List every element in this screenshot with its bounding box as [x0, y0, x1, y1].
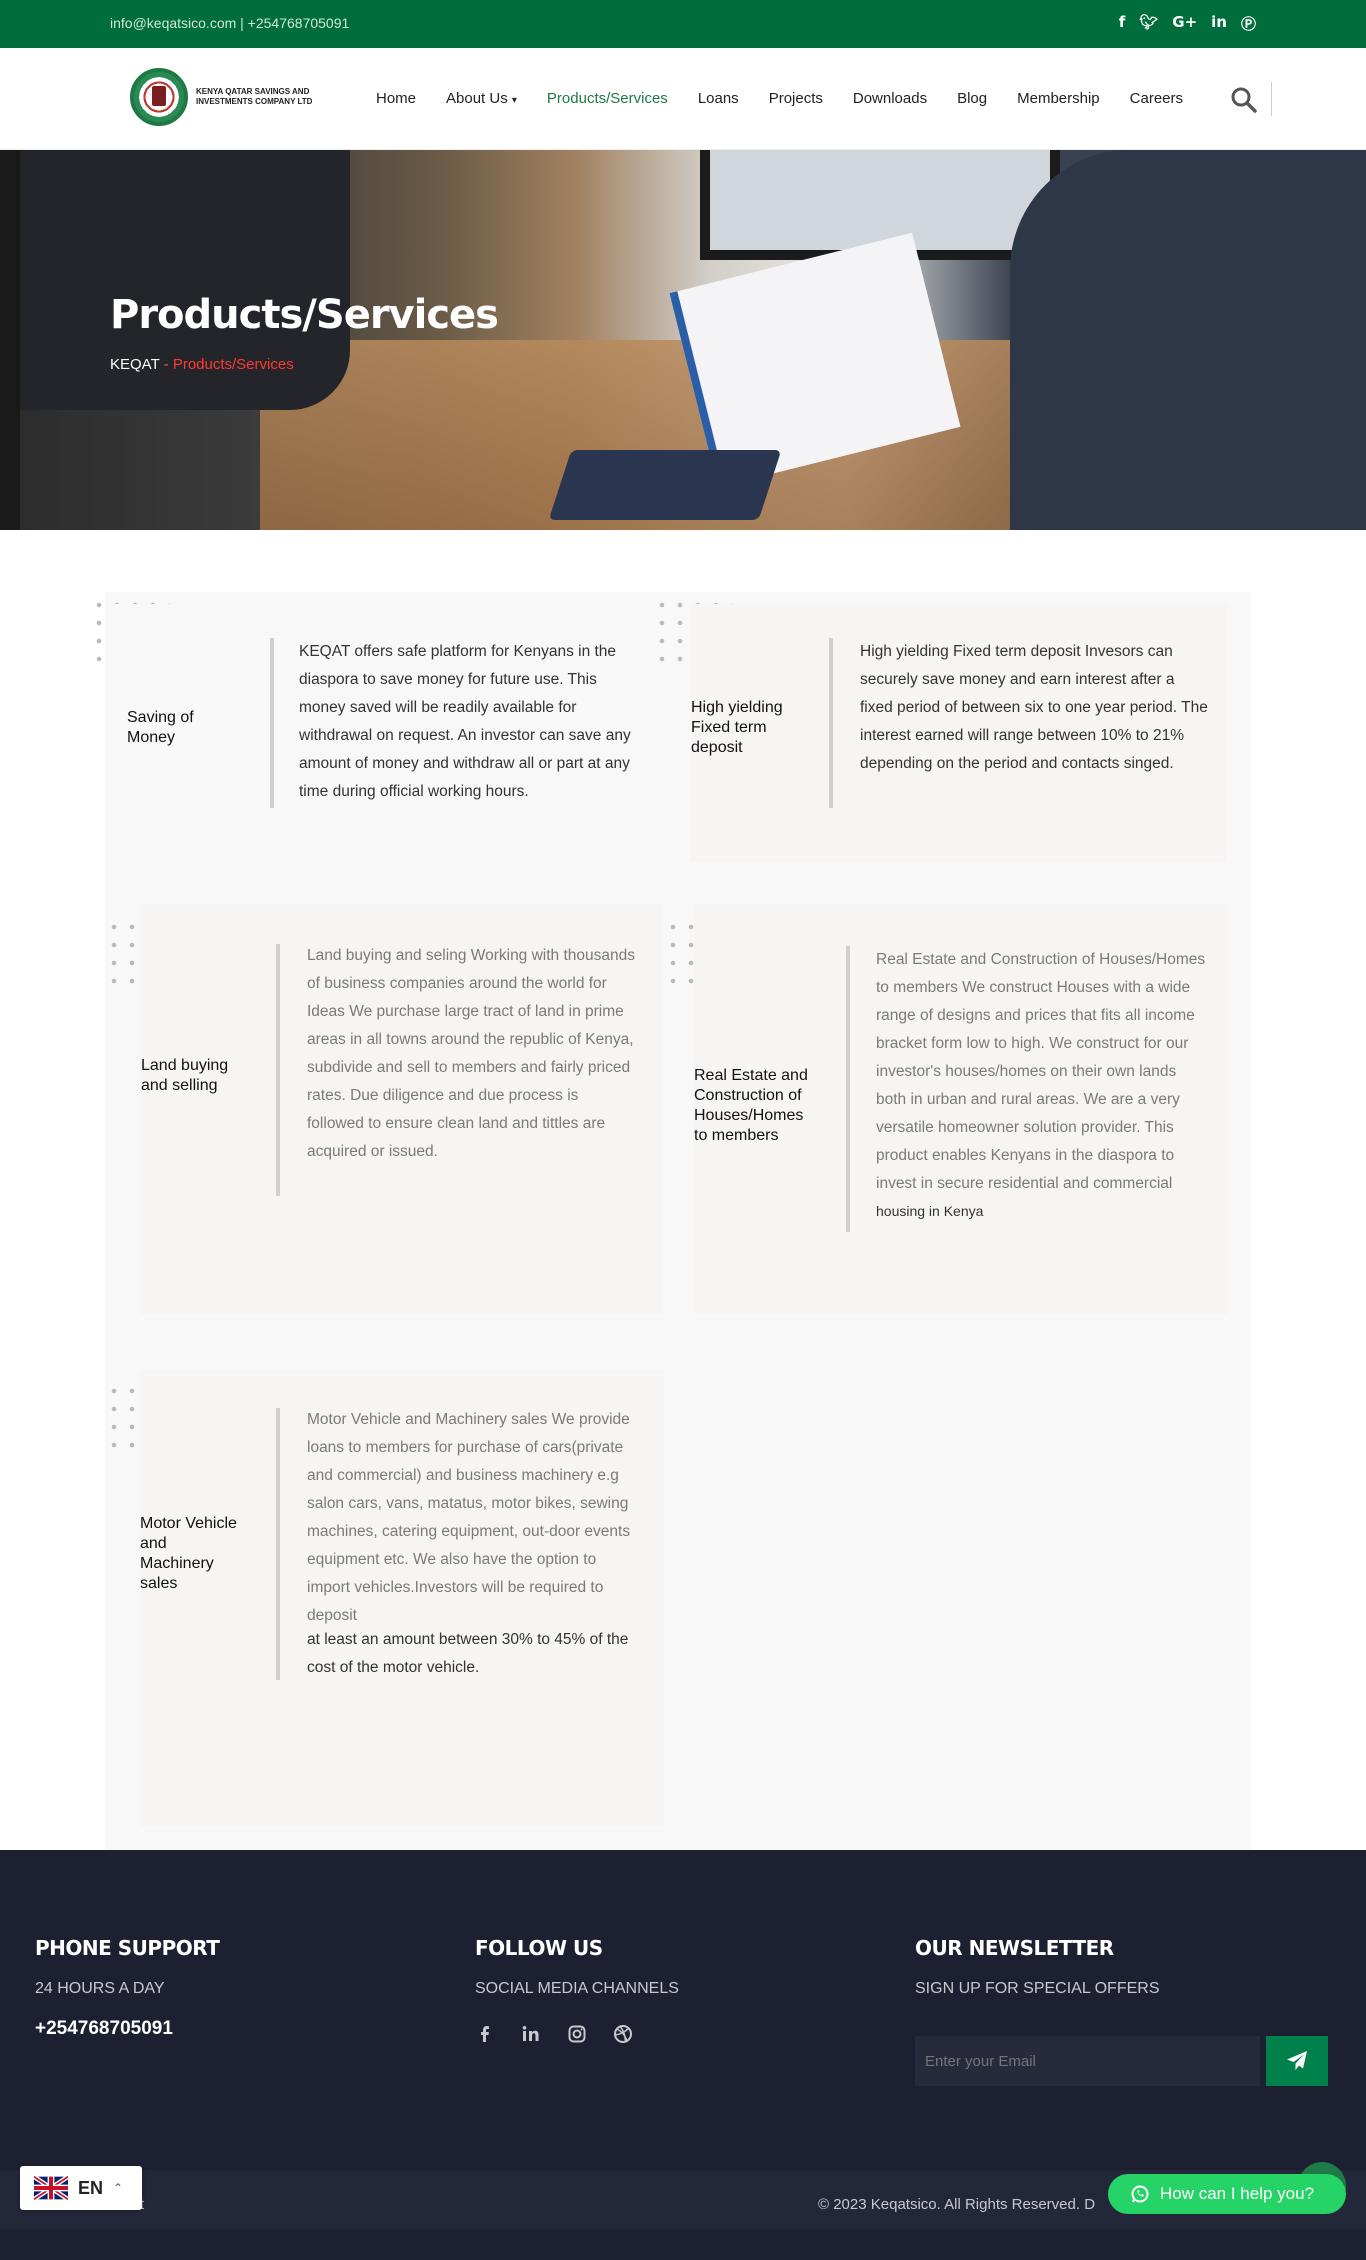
- footer-newsletter: OUR NEWSLETTER SIGN UP FOR SPECIAL OFFER…: [915, 1936, 1160, 1998]
- chevron-up-icon: ⌃: [113, 2181, 124, 2195]
- breadcrumb: KEQAT - Products/Services: [110, 356, 294, 373]
- service-divider: [276, 944, 280, 1196]
- service-divider: [846, 946, 850, 1232]
- breadcrumb-home[interactable]: KEQAT: [110, 356, 159, 373]
- service-description: High yielding Fixed term deposit Invesor…: [860, 643, 1208, 772]
- top-bar: info@keqatsico.com | +254768705091 f 🐦︎ …: [0, 0, 1366, 48]
- service-title: Motor Vehicle and Machinery sales: [140, 1515, 237, 1592]
- hero-left-edge: [0, 150, 20, 530]
- newsletter-email-input[interactable]: [915, 2036, 1260, 2086]
- service-description-overflow: housing in Kenya: [876, 1203, 984, 1219]
- nav-downloads[interactable]: Downloads: [853, 90, 927, 107]
- top-contact-info[interactable]: info@keqatsico.com | +254768705091: [110, 15, 349, 31]
- instagram-icon[interactable]: [567, 2024, 587, 2044]
- footer-social-links: [475, 2024, 679, 2044]
- service-description: Land buying and seling Working with thou…: [307, 947, 636, 1160]
- site-logo[interactable]: KENYA QATAR SAVINGS AND INVESTMENTS COMP…: [130, 68, 336, 126]
- service-card-saving: Saving of Money KEQAT offers safe platfo…: [110, 604, 670, 854]
- logo-text: KENYA QATAR SAVINGS AND INVESTMENTS COMP…: [196, 87, 313, 106]
- service-card-real-estate: Real Estate and Construction of Houses/H…: [694, 904, 1228, 1314]
- chevron-down-icon: ▾: [511, 95, 517, 106]
- linkedin-icon[interactable]: [521, 2024, 541, 2044]
- nav-loans[interactable]: Loans: [698, 90, 739, 107]
- uk-flag-icon: [34, 2176, 68, 2200]
- facebook-icon[interactable]: f: [1119, 13, 1126, 34]
- nav-products-services[interactable]: Products/Services: [547, 90, 668, 107]
- dribbble-icon[interactable]: [613, 2024, 633, 2044]
- footer-subheading: SIGN UP FOR SPECIAL OFFERS: [915, 1980, 1160, 1997]
- header-divider: [1271, 82, 1272, 116]
- top-social-links: f 🐦︎ G+ in Ⓟ: [1119, 13, 1256, 34]
- linkedin-icon[interactable]: in: [1211, 13, 1227, 34]
- page-title: Products/Services: [110, 292, 499, 338]
- whatsapp-icon: [1131, 2185, 1149, 2203]
- service-description: Motor Vehicle and Machinery sales We pro…: [307, 1411, 631, 1624]
- send-icon: [1287, 2051, 1307, 2070]
- nav-home[interactable]: Home: [376, 90, 416, 107]
- language-selector[interactable]: EN ⌃: [20, 2166, 142, 2210]
- hero-image-notebook: [548, 450, 782, 520]
- google-plus-icon[interactable]: G+: [1172, 13, 1197, 34]
- footer-heading: FOLLOW US: [475, 1936, 603, 1960]
- service-description: KEQAT offers safe platform for Kenyans i…: [299, 643, 631, 800]
- nav-careers[interactable]: Careers: [1130, 90, 1183, 107]
- service-title: Land buying and selling: [141, 1057, 229, 1094]
- service-title: Real Estate and Construction of Houses/H…: [694, 1067, 808, 1144]
- main-header: KENYA QATAR SAVINGS AND INVESTMENTS COMP…: [0, 48, 1366, 150]
- footer-subheading: 24 HOURS A DAY: [35, 1980, 165, 1997]
- whatsapp-help-button[interactable]: How can I help you?: [1108, 2174, 1346, 2214]
- breadcrumb-current: Products/Services: [172, 356, 294, 373]
- hero-image-person-right: [1010, 150, 1366, 530]
- footer-heading: PHONE SUPPORT: [35, 1936, 220, 1960]
- service-description-continued: at least an amount between 30% to 45% of…: [307, 1631, 629, 1676]
- service-title: Saving of Money: [127, 709, 194, 746]
- main-nav: Home About Us ▾ Products/Services Loans …: [376, 90, 1183, 107]
- page-hero: Products/Services KEQAT - Products/Servi…: [0, 150, 1366, 530]
- footer-phone-support: PHONE SUPPORT 24 HOURS A DAY +2547687050…: [35, 1936, 220, 2040]
- language-code: EN: [78, 2177, 104, 2198]
- footer-follow-us: FOLLOW US SOCIAL MEDIA CHANNELS: [475, 1936, 679, 2044]
- breadcrumb-separator: -: [159, 356, 173, 373]
- service-divider: [829, 638, 833, 808]
- facebook-icon[interactable]: [475, 2024, 495, 2044]
- search-icon[interactable]: [1230, 86, 1258, 114]
- newsletter-submit-button[interactable]: [1266, 2036, 1328, 2086]
- nav-blog[interactable]: Blog: [957, 90, 987, 107]
- nav-projects[interactable]: Projects: [769, 90, 823, 107]
- service-title: High yielding Fixed term deposit: [691, 699, 783, 756]
- footer-copyright: © 2023 Keqatsico. All Rights Reserved. D: [818, 2196, 1096, 2213]
- pinterest-icon[interactable]: Ⓟ: [1241, 13, 1256, 34]
- service-card-fixed-deposit: High yielding Fixed term deposit High yi…: [691, 604, 1227, 862]
- twitter-icon[interactable]: 🐦︎: [1139, 13, 1158, 34]
- nav-membership[interactable]: Membership: [1017, 90, 1100, 107]
- service-description: Real Estate and Construction of Houses/H…: [876, 951, 1206, 1192]
- nav-about-us[interactable]: About Us ▾: [446, 90, 517, 107]
- service-divider: [276, 1408, 280, 1680]
- footer-heading: OUR NEWSLETTER: [915, 1936, 1114, 1960]
- logo-emblem: [130, 68, 188, 126]
- whatsapp-help-label: How can I help you?: [1160, 2184, 1315, 2203]
- service-card-motor-vehicle: Motor Vehicle and Machinery sales Motor …: [140, 1370, 664, 1826]
- nav-about-us-label: About Us: [446, 90, 508, 107]
- service-card-land: Land buying and selling Land buying and …: [140, 904, 662, 1314]
- footer-subheading: SOCIAL MEDIA CHANNELS: [475, 1980, 679, 1997]
- footer-phone-number[interactable]: +254768705091: [35, 2018, 219, 2040]
- service-divider: [270, 638, 274, 808]
